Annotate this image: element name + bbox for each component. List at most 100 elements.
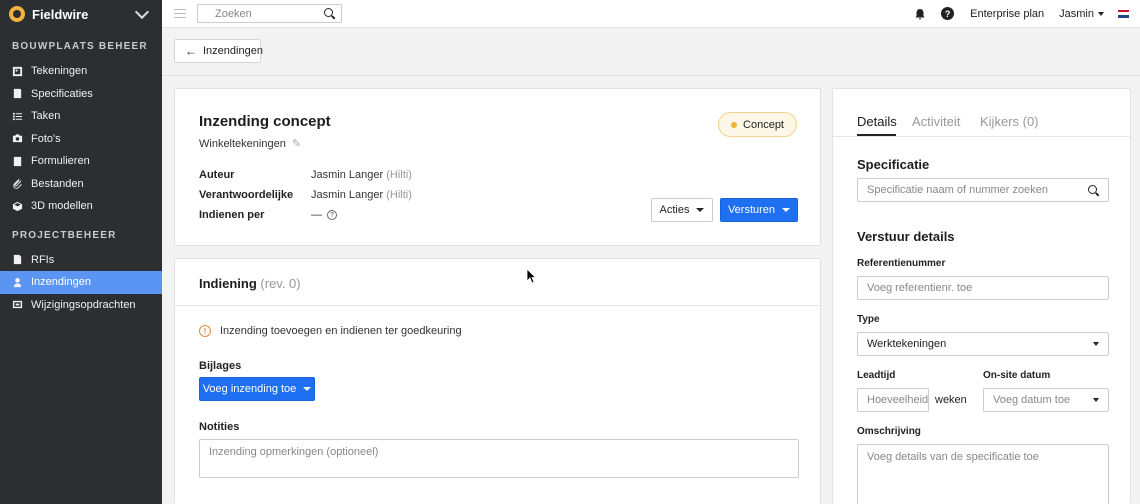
sidebar-item-label: Wijzigingsopdrachten — [31, 298, 136, 311]
sidebar: Fieldwire BOUWPLAATS BEHEER Tekeningen S… — [0, 0, 162, 504]
type-label: Type — [857, 314, 880, 325]
tasks-icon — [12, 111, 23, 122]
mouse-cursor-icon — [526, 268, 536, 284]
submission-title: Indiening — [199, 276, 257, 291]
status-badge: Concept — [718, 112, 797, 137]
specification-heading: Specificatie — [857, 157, 930, 172]
details-tabs: Details Activiteit Kijkers (0) — [833, 89, 1130, 137]
language-flag-icon[interactable] — [1118, 9, 1129, 18]
submittal-subtitle: Winkeltekeningen ✎ — [199, 137, 301, 151]
tab-details[interactable]: Details — [857, 114, 897, 129]
specifications-icon — [12, 88, 23, 99]
sidebar-section-title: PROJECTBEHEER — [12, 229, 117, 241]
help-icon[interactable]: ? — [941, 7, 955, 20]
caret-down-icon — [782, 208, 791, 212]
change-orders-icon — [12, 299, 23, 310]
project-switcher[interactable]: Fieldwire — [0, 0, 162, 28]
responsible-row: Verantwoordelijke Jasmin Langer (Hilti) — [199, 189, 412, 201]
description-textarea[interactable]: Voeg details van de specificatie toe — [857, 444, 1109, 504]
sidebar-item-label: Inzendingen — [31, 276, 91, 289]
submission-panel: Indiening (rev. 0) ! Inzending toevoegen… — [174, 258, 821, 504]
notes-placeholder: Inzending opmerkingen (optioneel) — [209, 446, 379, 458]
hamburger-menu-icon[interactable] — [174, 9, 186, 18]
author-value[interactable]: Jasmin Langer (Hilti) — [311, 169, 412, 181]
leadtime-input[interactable]: Hoeveelheid — [857, 388, 929, 412]
caret-down-icon — [696, 208, 705, 212]
reference-placeholder: Voeg referentienr. toe — [867, 282, 973, 294]
back-button-label: Inzendingen — [203, 45, 263, 57]
search-input[interactable] — [215, 7, 324, 20]
submittal-header-panel: Inzending concept Winkeltekeningen ✎ Con… — [174, 88, 821, 246]
tab-kijkers[interactable]: Kijkers (0) — [980, 114, 1039, 129]
sidebar-item-taken[interactable]: Taken — [0, 105, 162, 128]
add-submission-button[interactable]: Voeg inzending toe — [199, 377, 315, 401]
pencil-icon[interactable]: ✎ — [292, 137, 301, 150]
leadtime-label: Leadtijd — [857, 370, 896, 381]
description-label: Omschrijving — [857, 426, 921, 437]
paperclip-icon — [12, 178, 23, 190]
plan-link[interactable]: Enterprise plan — [970, 8, 1044, 20]
author-org: (Hilti) — [386, 169, 412, 181]
divider — [175, 305, 820, 306]
tab-activiteit[interactable]: Activiteit — [912, 114, 960, 129]
active-tab-indicator — [857, 134, 896, 136]
revision-label: (rev. 0) — [260, 276, 301, 291]
chevron-down-icon — [134, 4, 150, 19]
reference-label: Referentienummer — [857, 258, 946, 269]
responsible-value[interactable]: Jasmin Langer (Hilti) — [311, 189, 412, 201]
specification-search-input[interactable]: Specificatie naam of nummer zoeken — [857, 178, 1109, 202]
bell-icon[interactable] — [914, 8, 926, 20]
back-button[interactable]: ← Inzendingen — [174, 39, 263, 63]
sidebar-item-inzendingen[interactable]: Inzendingen — [0, 271, 162, 294]
sidebar-item-3d-modellen[interactable]: 3D modellen — [0, 195, 162, 218]
responsible-org: (Hilti) — [386, 189, 412, 201]
details-panel: Details Activiteit Kijkers (0) Specifica… — [832, 88, 1131, 504]
submission-notice: ! Inzending toevoegen en indienen ter go… — [199, 325, 462, 337]
weeks-unit: weken — [935, 394, 967, 406]
submittals-icon — [12, 277, 23, 288]
question-circle-icon[interactable]: ? — [327, 210, 337, 220]
sidebar-item-fotos[interactable]: Foto's — [0, 128, 162, 151]
top-bar: ? Enterprise plan Jasmin — [162, 0, 1140, 28]
onsite-date-label: On-site datum — [983, 370, 1051, 381]
author-name: Jasmin Langer — [311, 169, 384, 181]
global-search — [197, 4, 342, 23]
camera-icon — [12, 133, 23, 144]
sidebar-item-rfis[interactable]: RFIs — [0, 249, 162, 272]
sidebar-item-bestanden[interactable]: Bestanden — [0, 173, 162, 196]
warning-circle-icon: ! — [199, 325, 211, 337]
drawings-icon — [12, 66, 23, 77]
arrow-left-icon: ← — [185, 44, 197, 58]
sidebar-item-label: Foto's — [31, 132, 61, 145]
actions-button[interactable]: Acties — [651, 198, 713, 222]
sidebar-item-specificaties[interactable]: Specificaties — [0, 83, 162, 106]
notice-text: Inzending toevoegen en indienen ter goed… — [220, 325, 462, 337]
onsite-date-select[interactable]: Voeg datum toe — [983, 388, 1109, 412]
send-label: Versturen — [727, 204, 776, 216]
sidebar-item-tekeningen[interactable]: Tekeningen — [0, 60, 162, 83]
sidebar-item-wijzigingsopdrachten[interactable]: Wijzigingsopdrachten — [0, 294, 162, 317]
submission-heading: Indiening (rev. 0) — [199, 276, 301, 291]
notes-textarea[interactable]: Inzending opmerkingen (optioneel) — [199, 439, 799, 478]
reference-number-input[interactable]: Voeg referentienr. toe — [857, 276, 1109, 300]
responsible-label: Verantwoordelijke — [199, 189, 294, 201]
caret-down-icon — [1093, 398, 1099, 402]
attachments-label: Bijlages — [199, 360, 242, 372]
cube-icon — [12, 201, 23, 212]
user-menu[interactable]: Jasmin — [1059, 8, 1104, 20]
type-select[interactable]: Werktekeningen — [857, 332, 1109, 356]
page-title: Inzending concept — [199, 113, 331, 130]
send-details-heading: Verstuur details — [857, 229, 955, 244]
search-icon[interactable] — [324, 8, 335, 19]
fieldwire-logo-icon — [9, 6, 25, 22]
due-value[interactable]: — — [311, 209, 322, 221]
search-icon — [1088, 184, 1099, 196]
rfi-icon — [12, 254, 23, 265]
sidebar-item-formulieren[interactable]: Formulieren — [0, 150, 162, 173]
caret-down-icon — [1098, 11, 1104, 16]
sidebar-section-title: BOUWPLAATS BEHEER — [12, 41, 148, 52]
send-button[interactable]: Versturen — [720, 198, 798, 222]
sidebar-item-label: RFIs — [31, 253, 55, 266]
submittal-type: Winkeltekeningen — [199, 137, 286, 150]
caret-down-icon — [1093, 342, 1099, 346]
